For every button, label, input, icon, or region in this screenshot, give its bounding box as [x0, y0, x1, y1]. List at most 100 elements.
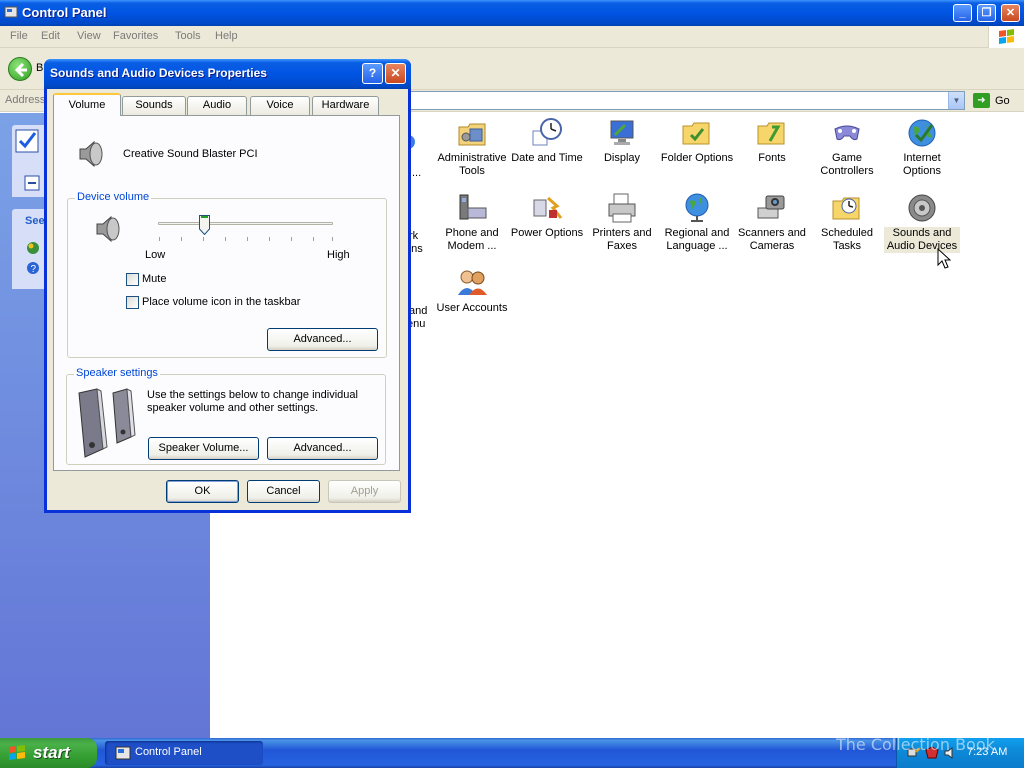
close-button[interactable]: ✕: [1001, 4, 1020, 22]
mute-label[interactable]: Mute: [142, 273, 166, 285]
menu-bar: File Edit View Favorites Tools Help: [0, 26, 1024, 48]
tasks-folder-icon: [832, 197, 860, 220]
windows-update-icon[interactable]: [26, 241, 40, 255]
slider-tick: [332, 237, 333, 241]
menu-help[interactable]: Help: [215, 30, 238, 42]
window-titlebar[interactable]: Control Panel _ ❐ ✕: [0, 0, 1024, 26]
tab-hardware[interactable]: Hardware: [312, 96, 379, 115]
back-button-label[interactable]: B: [36, 62, 43, 74]
cp-item-phone-and-modem[interactable]: Phone and Modem ...: [434, 192, 510, 253]
slider-low-label: Low: [145, 249, 166, 261]
device-volume-label: Device volume: [75, 191, 152, 203]
taskbar-icon-label[interactable]: Place volume icon in the taskbar: [142, 296, 300, 308]
advanced-button[interactable]: Advanced...: [267, 328, 378, 351]
go-button[interactable]: Go: [995, 95, 1010, 107]
taskbar-item-control-panel[interactable]: Control Panel: [105, 741, 263, 765]
switch-view-icon[interactable]: [24, 175, 40, 191]
start-button[interactable]: start: [0, 738, 97, 768]
cp-item-administrative-tools[interactable]: Administrative Tools: [434, 117, 510, 178]
cp-item-sounds-and-audio-devices[interactable]: Sounds and Audio Devices: [884, 192, 960, 253]
slider-tick: [291, 237, 292, 241]
taskbar-item-label: Control Panel: [135, 746, 202, 758]
taskbar-icon-checkbox[interactable]: [126, 296, 139, 309]
tab-sounds[interactable]: Sounds: [122, 96, 186, 115]
menu-edit[interactable]: Edit: [41, 30, 60, 42]
cp-item-regional-and-language[interactable]: Regional and Language ...: [659, 192, 735, 253]
mouse-cursor-icon: [937, 248, 951, 269]
ok-button[interactable]: OK: [166, 480, 239, 503]
address-label: Address: [5, 94, 46, 106]
chevron-down-icon[interactable]: ▼: [948, 92, 964, 109]
apply-button[interactable]: Apply: [328, 480, 401, 503]
speaker-volume-button[interactable]: Speaker Volume...: [148, 437, 259, 460]
tab-audio[interactable]: Audio: [187, 96, 247, 115]
speaker-advanced-button[interactable]: Advanced...: [267, 437, 378, 460]
volume-speaker-icon: [96, 215, 120, 243]
power-icon: [533, 196, 563, 219]
speaker-description: Use the settings below to change individ…: [147, 389, 358, 414]
globe-stand-icon: [685, 193, 709, 222]
control-panel-large-icon: [15, 129, 39, 153]
volume-slider-track[interactable]: [158, 222, 333, 225]
dialog-content: Volume Sounds Audio Voice Hardware Creat…: [44, 59, 411, 513]
phone-icon: [459, 194, 487, 220]
go-arrow-icon[interactable]: ➜: [973, 93, 990, 108]
control-panel-icon: [115, 746, 131, 760]
cp-item-power-options[interactable]: Power Options: [509, 192, 585, 240]
minimize-button[interactable]: _: [953, 4, 972, 22]
scanner-icon: [757, 195, 785, 219]
fonts-folder-icon: [757, 122, 785, 145]
menu-view[interactable]: View: [77, 30, 101, 42]
cp-item-internet-options[interactable]: Internet Options: [884, 117, 960, 178]
slider-high-label: High: [327, 249, 350, 261]
slider-tick: [203, 237, 204, 241]
cp-item-folder-options[interactable]: Folder Options: [659, 117, 735, 165]
help-icon[interactable]: ?: [26, 261, 40, 275]
cp-item-scanners-and-cameras[interactable]: Scanners and Cameras: [734, 192, 810, 253]
slider-tick: [159, 237, 160, 241]
cp-item-user-accounts[interactable]: User Accounts: [434, 267, 510, 315]
display-icon: [610, 120, 634, 145]
users-icon: [458, 270, 487, 295]
slider-tick: [313, 237, 314, 241]
volume-slider-thumb[interactable]: [198, 215, 210, 235]
address-input[interactable]: ▼: [410, 91, 965, 110]
device-name: Creative Sound Blaster PCI: [123, 148, 258, 160]
speaker-icon: [908, 194, 936, 222]
windows-flag-icon: [9, 745, 25, 760]
control-panel-icon: [4, 6, 18, 18]
printer-icon: [608, 193, 636, 223]
start-label: start: [33, 743, 70, 762]
speakers-icon: [78, 388, 136, 458]
cp-item-fonts[interactable]: Fonts: [734, 117, 810, 165]
menu-file[interactable]: File: [10, 30, 28, 42]
cp-item-scheduled-tasks[interactable]: Scheduled Tasks: [809, 192, 885, 253]
gamepad-icon: [834, 125, 860, 141]
folder-icon: [682, 122, 710, 145]
svg-text:?: ?: [31, 264, 37, 275]
watermark-text: The Collection Book: [836, 735, 995, 754]
windows-logo-icon: [988, 26, 1024, 48]
cp-item-printers-and-faxes[interactable]: Printers and Faxes: [584, 192, 660, 253]
slider-tick: [247, 237, 248, 241]
menu-favorites[interactable]: Favorites: [113, 30, 158, 42]
back-arrow-icon[interactable]: [8, 57, 32, 81]
slider-tick: [225, 237, 226, 241]
cp-item-date-and-time[interactable]: Date and Time: [509, 117, 585, 165]
tab-volume[interactable]: Volume: [53, 93, 121, 116]
menu-tools[interactable]: Tools: [175, 30, 201, 42]
tab-voice[interactable]: Voice: [250, 96, 310, 115]
speaker-icon: [79, 140, 103, 168]
admin-tools-icon: [458, 123, 486, 146]
slider-tick: [181, 237, 182, 241]
globe-icon: [908, 119, 936, 147]
window-title: Control Panel: [22, 5, 107, 20]
cp-item-game-controllers[interactable]: Game Controllers: [809, 117, 885, 178]
cancel-button[interactable]: Cancel: [247, 480, 320, 503]
partial-item-label: enu: [407, 318, 426, 330]
mute-checkbox[interactable]: [126, 273, 139, 286]
restore-button[interactable]: ❐: [977, 4, 996, 22]
clock-icon: [532, 118, 562, 146]
slider-tick: [269, 237, 270, 241]
cp-item-display[interactable]: Display: [584, 117, 660, 165]
